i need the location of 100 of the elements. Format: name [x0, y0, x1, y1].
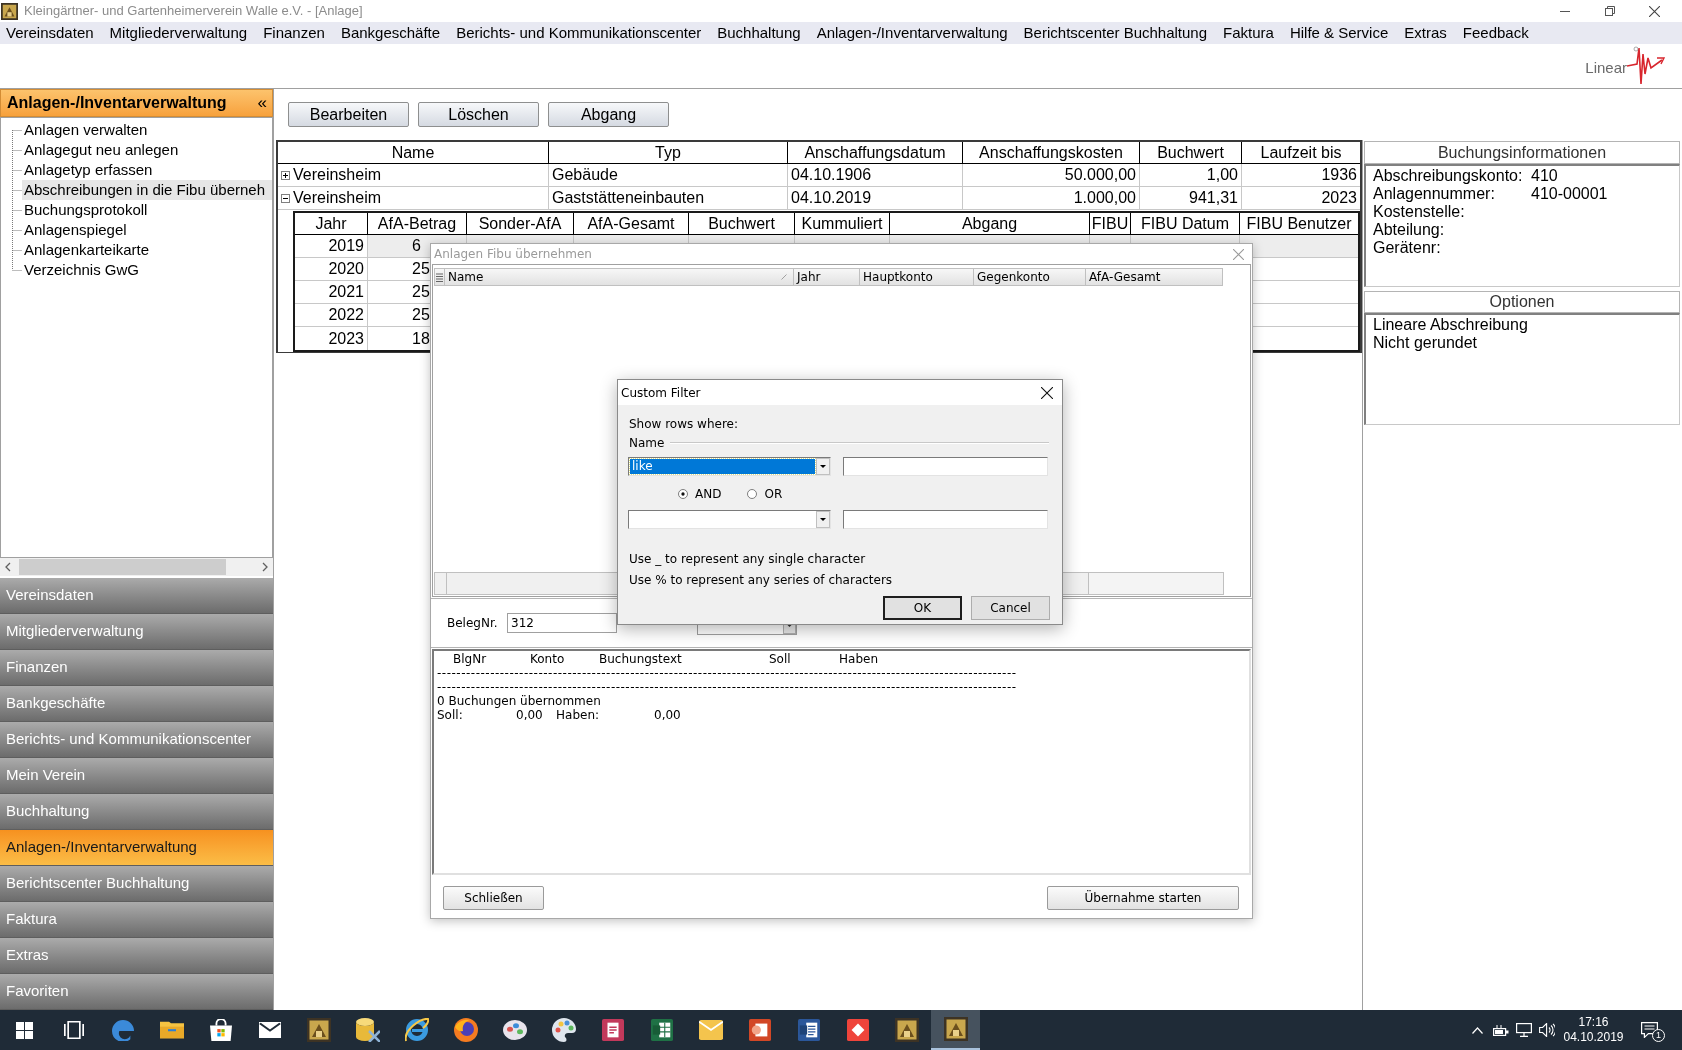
taskbar-button[interactable]: [931, 1010, 980, 1050]
radio-option[interactable]: AND: [678, 487, 722, 501]
column-header[interactable]: FIBU: [1090, 213, 1131, 234]
panel-header: Buchungsinformationen: [1364, 141, 1680, 164]
menu-item[interactable]: Anlagen-/Inventarverwaltung: [816, 24, 1008, 42]
tree-item[interactable]: Anlagenspiegel: [22, 220, 272, 240]
column-header[interactable]: Hauptkonto: [860, 268, 974, 286]
radio-option[interactable]: OR: [747, 487, 783, 501]
column-header[interactable]: AfA-Gesamt: [1086, 268, 1223, 286]
column-header[interactable]: Anschaffungsdatum: [788, 142, 963, 163]
tree-item[interactable]: Verzeichnis GwG: [22, 260, 272, 280]
menu-item[interactable]: Berichtscenter Buchhaltung: [1023, 24, 1208, 42]
column-chooser-icon[interactable]: [436, 272, 443, 282]
column-header[interactable]: Buchwert: [1140, 142, 1242, 163]
dialog-button[interactable]: OK: [883, 596, 962, 620]
log-label: Haben:: [556, 708, 601, 722]
envelope-tile-icon: [698, 1020, 723, 1040]
menu-item[interactable]: Mitgliederverwaltung: [109, 24, 248, 42]
plus-box-icon[interactable]: [281, 170, 290, 180]
operator-dropdown[interactable]: [628, 510, 831, 529]
column-header[interactable]: Sonder-AfA: [467, 213, 574, 234]
volume-icon[interactable]: [1538, 1023, 1555, 1037]
nav-button[interactable]: Anlagen-/Inventarverwaltung: [0, 830, 273, 866]
menu-item[interactable]: Berichts- und Kommunikationscenter: [456, 24, 702, 42]
menu-item[interactable]: Bankgeschäfte: [340, 24, 441, 42]
hint-text: Use _ to represent any single character: [629, 552, 866, 566]
dialog-button[interactable]: Schließen: [443, 886, 544, 910]
menu-item[interactable]: Vereinsdaten: [6, 24, 94, 42]
column-header[interactable]: Buchwert: [689, 213, 795, 234]
column-header[interactable]: AfA-Betrag: [368, 213, 467, 234]
filter-value-field[interactable]: [843, 457, 1048, 476]
column-header[interactable]: FIBU Datum: [1131, 213, 1240, 234]
menu-item[interactable]: Hilfe & Service: [1289, 24, 1389, 42]
dialog-button[interactable]: Cancel: [971, 596, 1050, 620]
table-value: Vereinsheim: [293, 188, 382, 208]
dialog-button[interactable]: Übernahme starten: [1047, 886, 1239, 910]
field-label: Abteilung:: [1373, 221, 1446, 239]
collapse-button[interactable]: «: [257, 93, 267, 113]
table-value: Vereinsheim: [293, 165, 382, 185]
operator-dropdown[interactable]: like: [628, 457, 831, 476]
prompt-text: Show rows where:: [629, 417, 738, 431]
clock-time[interactable]: 17:16: [1578, 1015, 1609, 1030]
minimize-icon[interactable]: [1559, 10, 1570, 12]
filter-value-field[interactable]: [843, 510, 1048, 529]
scrollbar-thumb[interactable]: [19, 559, 226, 575]
column-header[interactable]: Abgang: [890, 213, 1090, 234]
hint-text: Use % to represent any series of characters: [629, 573, 893, 587]
table-value: 18: [412, 328, 430, 349]
column-header[interactable]: Typ: [549, 142, 788, 163]
toolbar-button[interactable]: Abgang: [548, 102, 669, 127]
tree-item[interactable]: Buchungsprotokoll: [22, 200, 272, 220]
beleg-number-field[interactable]: 312: [507, 613, 617, 633]
palette-icon: [551, 1018, 576, 1042]
network-icon[interactable]: [1515, 1023, 1532, 1037]
table-cell: Gaststätteneinbauten: [549, 187, 788, 209]
toolbar-button[interactable]: Löschen: [418, 102, 539, 127]
column-header[interactable]: Name: [278, 142, 549, 163]
spreadsheet-icon: [650, 1019, 673, 1041]
radio-icon[interactable]: [747, 489, 758, 499]
radio-icon[interactable]: [678, 489, 688, 499]
horizontal-scrollbar[interactable]: [0, 558, 273, 576]
table-cell-text: 2023: [1320, 188, 1358, 208]
app-icon: [1, 2, 18, 20]
log-column-label: Soll: [769, 652, 792, 666]
tree-item[interactable]: Anlagegut neu anlegen: [22, 140, 272, 160]
minus-box-icon[interactable]: [281, 193, 290, 203]
restore-icon[interactable]: [1604, 6, 1615, 16]
menu-item[interactable]: Feedback: [1462, 24, 1529, 42]
app-tile-icon: [306, 1018, 331, 1042]
tree-item[interactable]: Anlagenkarteikarte: [22, 240, 272, 260]
menu-item[interactable]: Faktura: [1223, 24, 1274, 42]
clock-date[interactable]: 04.10.2019: [1563, 1030, 1624, 1045]
log-value: 0,00: [516, 708, 544, 722]
column-header[interactable]: Jahr: [794, 268, 860, 286]
log-column-label: Buchungstext: [599, 652, 683, 666]
toolbar-button[interactable]: Bearbeiten: [288, 102, 409, 127]
tree-item[interactable]: Anlagen verwalten: [22, 120, 272, 140]
notification-badge[interactable]: 1: [1652, 1029, 1665, 1042]
column-header[interactable]: FIBU Benutzer: [1240, 213, 1358, 234]
tree-item[interactable]: Anlagetyp erfassen: [22, 160, 272, 180]
battery-icon[interactable]: [1492, 1024, 1509, 1036]
table-value: 25: [412, 259, 430, 279]
close-icon[interactable]: [1649, 5, 1660, 17]
chevron-up-icon[interactable]: [1472, 1026, 1483, 1034]
menu-item[interactable]: Finanzen: [263, 24, 325, 42]
menu-item[interactable]: Extras: [1404, 24, 1447, 42]
menu-item[interactable]: Buchhaltung: [717, 24, 801, 42]
column-header[interactable]: Jahr: [295, 213, 368, 234]
tree-item[interactable]: Abschreibungen in die Fibu überneh: [22, 180, 272, 200]
app-tile-icon: [894, 1018, 919, 1042]
column-header[interactable]: Laufzeit bis: [1242, 142, 1360, 163]
column-header[interactable]: Anschaffungskosten: [963, 142, 1140, 163]
table-value: 6: [412, 236, 421, 256]
notification-icon[interactable]: [1641, 1022, 1658, 1038]
window-title: Kleingärtner- und Gartenheimerverein Walle e.V. - [Anlage]: [24, 3, 363, 19]
column-header[interactable]: Kummuliert: [795, 213, 890, 234]
column-header[interactable]: Name: [445, 268, 794, 286]
column-header[interactable]: Gegenkonto: [974, 268, 1086, 286]
close-icon[interactable]: [1041, 386, 1053, 399]
column-header[interactable]: AfA-Gesamt: [574, 213, 689, 234]
